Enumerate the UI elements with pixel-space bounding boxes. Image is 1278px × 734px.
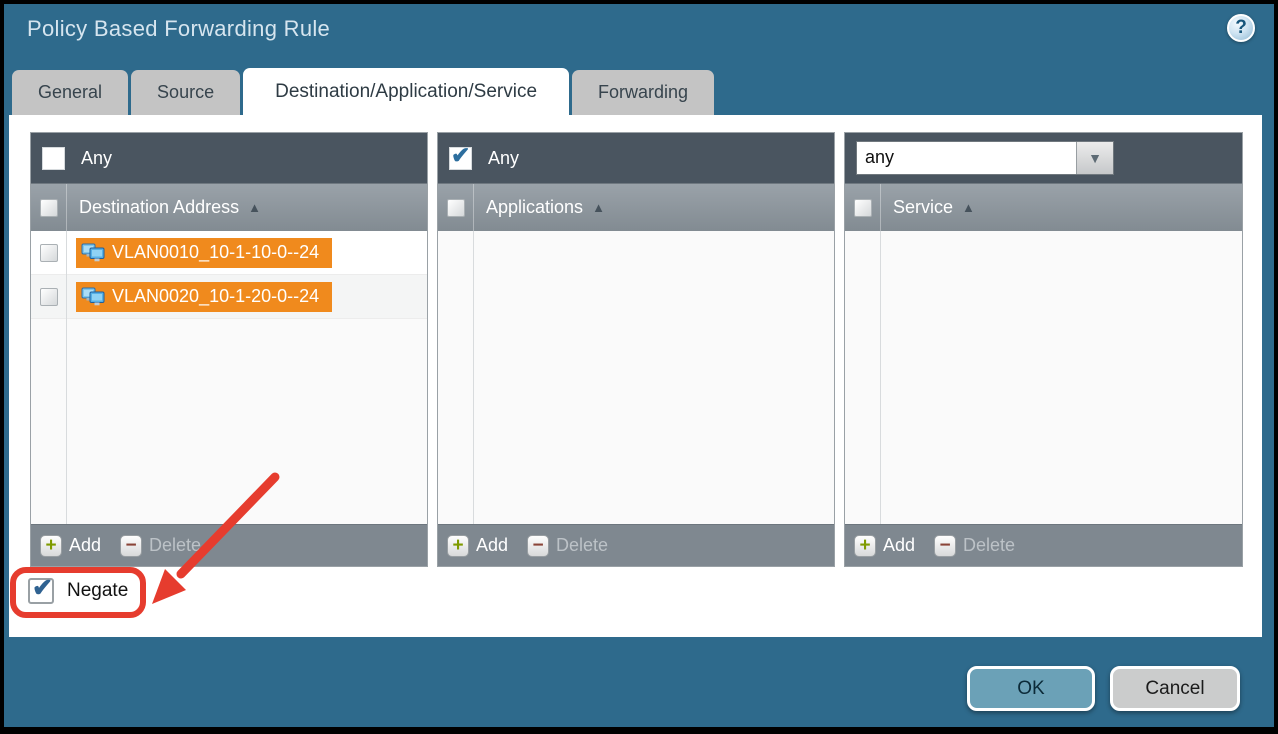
tab-bar: General Source Destination/Application/S… (12, 68, 714, 115)
check-icon: ✔ (451, 142, 470, 169)
service-dropdown[interactable]: any ▼ (856, 141, 1114, 175)
destination-address-list: VLAN0010_10-1-10-0--24 (31, 231, 427, 524)
add-button[interactable]: Add (476, 535, 508, 556)
delete-button[interactable]: Delete (149, 535, 201, 556)
service-any-bar: any ▼ (845, 133, 1242, 183)
list-column-divider (473, 231, 474, 524)
applications-any-label: Any (488, 148, 519, 169)
delete-icon[interactable]: − (120, 535, 142, 557)
service-select-all-checkbox[interactable] (854, 199, 872, 217)
tab-destination-application-service[interactable]: Destination/Application/Service (243, 68, 569, 115)
applications-footer-bar: + Add − Delete (438, 524, 834, 566)
service-footer-bar: + Add − Delete (845, 524, 1242, 566)
list-column-divider (880, 231, 881, 524)
destination-select-all-checkbox[interactable] (40, 199, 58, 217)
table-row[interactable]: VLAN0020_10-1-20-0--24 (31, 275, 427, 319)
network-icon (81, 287, 105, 306)
tab-content: Any Destination Address ▲ (9, 115, 1262, 637)
destination-any-label: Any (81, 148, 112, 169)
service-dropdown-value: any (857, 142, 1076, 174)
applications-list (438, 231, 834, 524)
service-sort-header[interactable]: Service ▲ (881, 184, 975, 231)
help-icon[interactable]: ? (1227, 14, 1255, 42)
applications-header-row: Applications ▲ (438, 183, 834, 231)
negate-row: ✔ Negate (28, 578, 128, 604)
add-icon[interactable]: + (40, 535, 62, 557)
applications-header-label: Applications (486, 197, 583, 218)
address-object-chip[interactable]: VLAN0010_10-1-10-0--24 (76, 238, 332, 268)
row-checkbox[interactable] (40, 244, 58, 262)
sort-ascending-icon: ▲ (962, 200, 975, 215)
address-object-chip[interactable]: VLAN0020_10-1-20-0--24 (76, 282, 332, 312)
destination-footer-bar: + Add − Delete (31, 524, 427, 566)
destination-any-checkbox[interactable] (42, 147, 65, 170)
add-button[interactable]: Add (69, 535, 101, 556)
tab-source[interactable]: Source (131, 70, 240, 115)
sort-ascending-icon: ▲ (248, 200, 261, 215)
delete-icon[interactable]: − (934, 535, 956, 557)
service-column: any ▼ Service ▲ + Add − Delete (844, 132, 1243, 567)
network-icon (81, 243, 105, 262)
chevron-down-icon[interactable]: ▼ (1076, 142, 1113, 174)
address-object-label: VLAN0020_10-1-20-0--24 (112, 286, 319, 307)
add-button[interactable]: Add (883, 535, 915, 556)
destination-any-bar: Any (31, 133, 427, 183)
add-icon[interactable]: + (854, 535, 876, 557)
delete-button[interactable]: Delete (556, 535, 608, 556)
applications-any-bar: ✔ Any (438, 133, 834, 183)
ok-button[interactable]: OK (967, 666, 1095, 711)
negate-label: Negate (67, 580, 128, 602)
delete-button[interactable]: Delete (963, 535, 1015, 556)
add-icon[interactable]: + (447, 535, 469, 557)
sort-ascending-icon: ▲ (592, 200, 605, 215)
dialog-title: Policy Based Forwarding Rule (27, 16, 330, 42)
destination-address-header-label: Destination Address (79, 197, 239, 218)
applications-sort-header[interactable]: Applications ▲ (474, 184, 605, 231)
table-row[interactable]: VLAN0010_10-1-10-0--24 (31, 231, 427, 275)
tab-forwarding[interactable]: Forwarding (572, 70, 714, 115)
service-header-row: Service ▲ (845, 183, 1242, 231)
cancel-button[interactable]: Cancel (1110, 666, 1240, 711)
destination-address-header-row: Destination Address ▲ (31, 183, 427, 231)
check-icon: ✔ (32, 573, 53, 603)
tab-general[interactable]: General (12, 70, 128, 115)
negate-checkbox[interactable]: ✔ (28, 578, 54, 604)
address-object-label: VLAN0010_10-1-10-0--24 (112, 242, 319, 263)
applications-any-checkbox[interactable]: ✔ (449, 147, 472, 170)
service-header-label: Service (893, 197, 953, 218)
list-column-divider (66, 231, 67, 524)
destination-address-column: Any Destination Address ▲ (30, 132, 428, 567)
service-list (845, 231, 1242, 524)
destination-address-sort-header[interactable]: Destination Address ▲ (67, 184, 261, 231)
dialog-window: Policy Based Forwarding Rule ? General S… (0, 0, 1278, 734)
row-checkbox[interactable] (40, 288, 58, 306)
applications-column: ✔ Any Applications ▲ + Add − Delete (437, 132, 835, 567)
delete-icon[interactable]: − (527, 535, 549, 557)
applications-select-all-checkbox[interactable] (447, 199, 465, 217)
